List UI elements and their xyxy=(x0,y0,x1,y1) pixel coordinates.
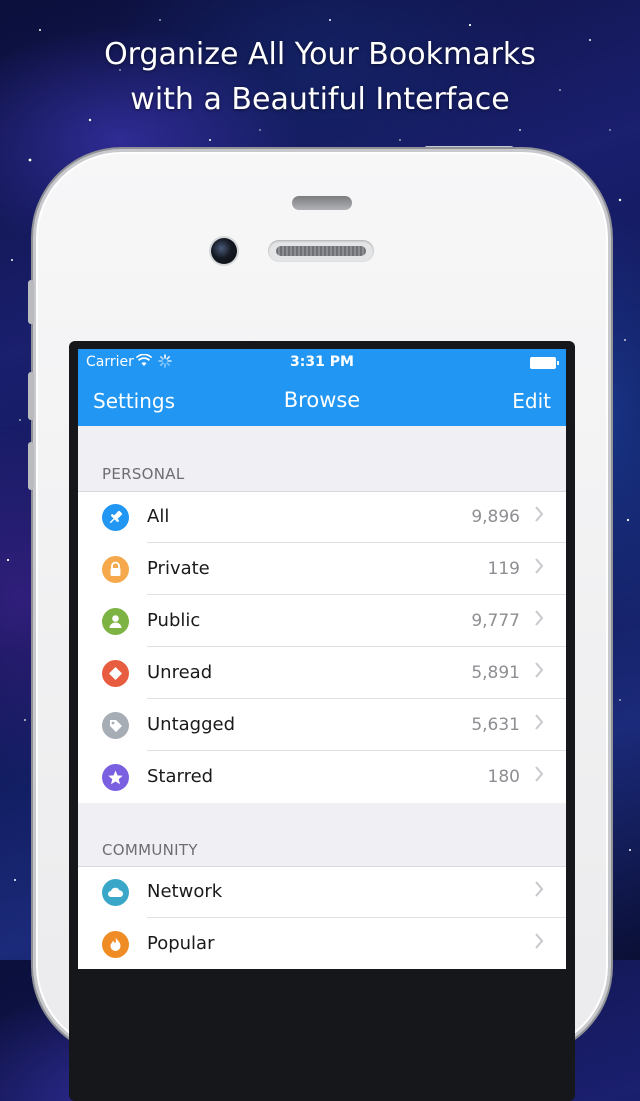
person-icon xyxy=(102,608,129,635)
list-item-starred[interactable]: Starred 180 xyxy=(78,751,566,803)
chevron-right-icon xyxy=(534,557,544,579)
lock-icon xyxy=(102,556,129,583)
list-item-label: All xyxy=(147,506,170,527)
status-time: 3:31 PM xyxy=(290,354,354,370)
volume-up-button xyxy=(28,372,34,420)
list-item-label: Popular xyxy=(147,933,215,954)
headline-line-1: Organize All Your Bookmarks xyxy=(104,37,536,72)
navigation-bar: Settings Browse Edit xyxy=(78,375,566,426)
chevron-right-icon xyxy=(534,505,544,527)
mute-switch xyxy=(28,280,34,324)
chevron-right-icon xyxy=(534,713,544,735)
app-screen: Carrier 3:31 PM Settings Browse Edit PER… xyxy=(78,349,566,969)
chevron-right-icon xyxy=(534,765,544,787)
diamond-icon xyxy=(102,660,129,687)
list-item-unread[interactable]: Unread 5,891 xyxy=(78,647,566,699)
volume-down-button xyxy=(28,442,34,490)
list-item-count: 5,891 xyxy=(471,663,520,683)
chevron-right-icon xyxy=(534,609,544,631)
list-item-untagged[interactable]: Untagged 5,631 xyxy=(78,699,566,751)
list-item-count: 180 xyxy=(487,767,520,787)
promo-headline: Organize All Your Bookmarks with a Beaut… xyxy=(0,32,640,122)
list-item-count: 9,777 xyxy=(471,611,520,631)
list-item-label: Untagged xyxy=(147,714,236,735)
edit-button[interactable]: Edit xyxy=(512,389,551,413)
list-item-count: 119 xyxy=(487,559,520,579)
pin-icon xyxy=(102,504,129,531)
battery-icon xyxy=(530,357,559,369)
status-bar: Carrier 3:31 PM xyxy=(78,349,566,375)
front-camera xyxy=(211,238,237,264)
list-item-label: Private xyxy=(147,558,210,579)
list-item-private[interactable]: Private 119 xyxy=(78,543,566,595)
chevron-right-icon xyxy=(534,932,544,954)
cloud-icon xyxy=(102,879,129,906)
list-item-public[interactable]: Public 9,777 xyxy=(78,595,566,647)
community-group: Network Popular xyxy=(78,866,566,969)
personal-group: All 9,896 Private 119 Public 9,777 Unrea… xyxy=(78,491,566,803)
list-item-count: 5,631 xyxy=(471,715,520,735)
headline-line-2: with a Beautiful Interface xyxy=(130,82,510,117)
chevron-right-icon xyxy=(534,661,544,683)
list-item-network[interactable]: Network xyxy=(78,866,566,918)
list-item-label: Unread xyxy=(147,662,213,683)
list-item-label: Starred xyxy=(147,766,214,787)
page-title: Browse xyxy=(283,388,361,412)
tag-icon xyxy=(102,712,129,739)
list-item-popular[interactable]: Popular xyxy=(78,918,566,969)
flame-icon xyxy=(102,931,129,958)
list-item-label: Public xyxy=(147,610,201,631)
section-header-community: COMMUNITY xyxy=(102,841,198,859)
section-header-personal: PERSONAL xyxy=(102,465,185,483)
earpiece-speaker xyxy=(268,240,374,262)
list-item-count: 9,896 xyxy=(471,507,520,527)
chevron-right-icon xyxy=(534,880,544,902)
list-item-label: Network xyxy=(147,881,223,902)
star-icon xyxy=(102,764,129,791)
top-slot xyxy=(292,196,352,210)
list-item-all[interactable]: All 9,896 xyxy=(78,491,566,543)
